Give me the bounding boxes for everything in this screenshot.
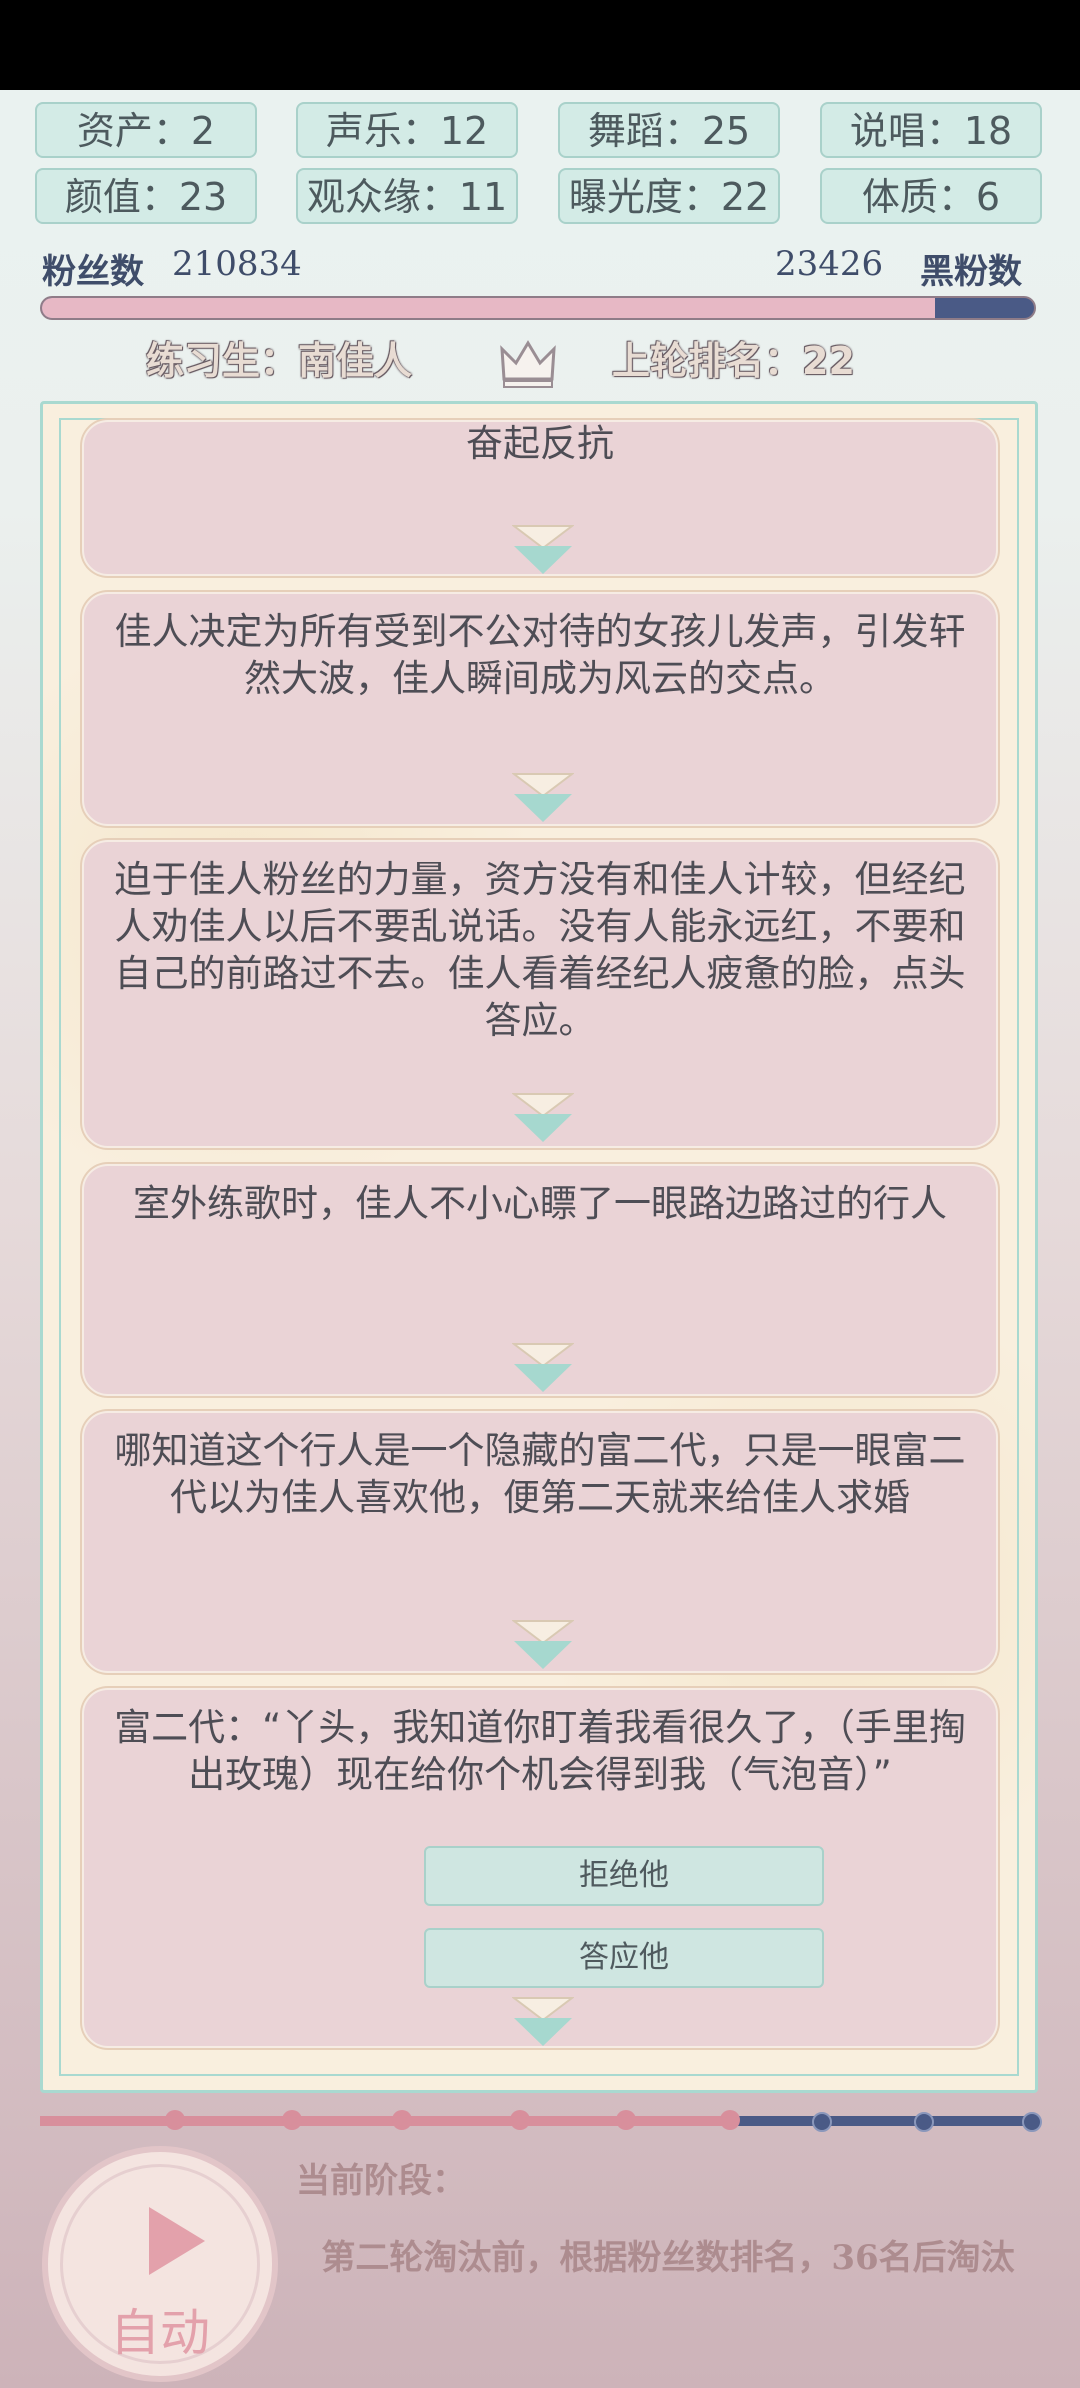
story-card: 哪知道这个行人是一个隐藏的富二代，只是一眼富二代以为佳人喜欢他，便第二天就来给佳… (82, 1411, 998, 1673)
stat-vocal: 声乐：12 (296, 102, 518, 158)
stat-rap: 说唱：18 (820, 102, 1042, 158)
stage-dot (392, 2110, 412, 2130)
auto-button-label: 自动 (110, 2304, 210, 2362)
accept-button[interactable]: 答应他 (424, 1928, 824, 1988)
auto-button-ring: 自动 (60, 2164, 260, 2364)
crown-icon (500, 340, 556, 388)
stage-dot (616, 2110, 636, 2130)
story-card-text: 哪知道这个行人是一个隐藏的富二代，只是一眼富二代以为佳人喜欢他，便第二天就来给佳… (114, 1429, 966, 1519)
story-card: 奋起反抗 (82, 420, 998, 576)
stage-dot (1022, 2112, 1042, 2132)
progress-remaining (730, 2116, 1030, 2126)
fan-ratio-bar (40, 296, 1036, 320)
current-stage-label: 当前阶段： (296, 2161, 466, 2201)
continue-arrow-icon (512, 1997, 574, 2046)
trainee-name: 练习生：南佳人 (146, 339, 413, 383)
continue-arrow-icon (512, 773, 574, 822)
story-card-text: 富二代：“丫头，我知道你盯着我看很久了，（手里掏出玫瑰）现在给你个机会得到我（气… (114, 1706, 966, 1796)
current-stage-description: 第二轮淘汰前，根据粉丝数排名，36名后淘汰 (321, 2238, 1015, 2278)
status-bar (0, 0, 1080, 90)
stat-physique: 体质：6 (820, 168, 1042, 224)
story-card-text: 迫于佳人粉丝的力量，资方没有和佳人计较，但经纪人劝佳人以后不要乱说话。没有人能永… (114, 858, 966, 1042)
continue-arrow-icon (512, 525, 574, 574)
story-card-choice: 富二代：“丫头，我知道你盯着我看很久了，（手里掏出玫瑰）现在给你个机会得到我（气… (82, 1688, 998, 2048)
stat-exposure: 曝光度：22 (558, 168, 780, 224)
continue-arrow-icon (512, 1093, 574, 1142)
stage-dot (720, 2110, 740, 2130)
fan-ratio-fill (42, 298, 935, 318)
stage-dot (282, 2110, 302, 2130)
stat-assets: 资产：2 (35, 102, 257, 158)
fans-count: 210834 (172, 244, 302, 284)
auto-button[interactable]: 自动 (42, 2146, 278, 2382)
story-card: 佳人决定为所有受到不公对待的女孩儿发声，引发轩然大波，佳人瞬间成为风云的交点。 (82, 592, 998, 826)
continue-arrow-icon (512, 1620, 574, 1669)
stat-looks: 颜值：23 (35, 168, 257, 224)
story-card-text: 奋起反抗 (466, 422, 614, 465)
reject-button[interactable]: 拒绝他 (424, 1846, 824, 1906)
anti-fans-label: 黑粉数 (920, 252, 1022, 292)
story-card: 室外练歌时，佳人不小心瞟了一眼路边路过的行人 (82, 1164, 998, 1396)
stage-dot (914, 2112, 934, 2132)
stat-audience: 观众缘：11 (296, 168, 518, 224)
stat-dance: 舞蹈：25 (558, 102, 780, 158)
fans-label: 粉丝数 (42, 252, 144, 292)
story-card-text: 室外练歌时，佳人不小心瞟了一眼路边路过的行人 (133, 1182, 947, 1225)
anti-fans-count: 23426 (775, 244, 884, 284)
stage-dot (510, 2110, 530, 2130)
continue-arrow-icon (512, 1343, 574, 1392)
story-card-text: 佳人决定为所有受到不公对待的女孩儿发声，引发轩然大波，佳人瞬间成为风云的交点。 (114, 610, 966, 700)
play-icon (149, 2207, 205, 2275)
stage-dot (812, 2112, 832, 2132)
story-card: 迫于佳人粉丝的力量，资方没有和佳人计较，但经纪人劝佳人以后不要乱说话。没有人能永… (82, 840, 998, 1148)
last-rank: 上轮排名：22 (612, 339, 855, 383)
stage-dot (165, 2110, 185, 2130)
